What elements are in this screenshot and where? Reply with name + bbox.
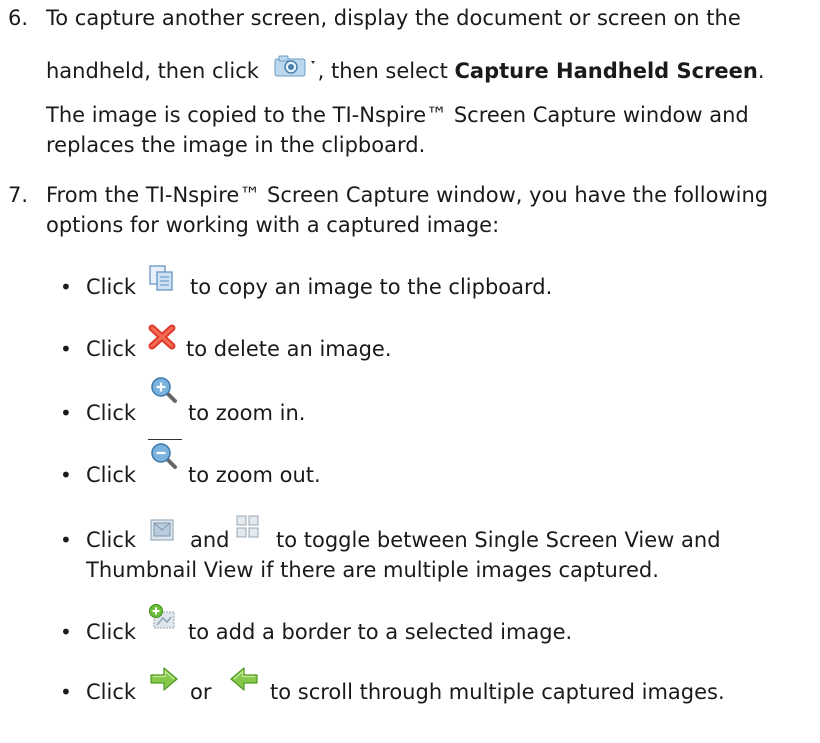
bullet-toggle-view-line-2: Thumbnail View if there are multiple ima… — [86, 558, 659, 582]
camera-capture-icon[interactable] — [274, 54, 318, 78]
divider — [148, 439, 182, 440]
single-screen-view-icon[interactable] — [150, 519, 174, 541]
delete-icon[interactable] — [148, 324, 176, 350]
copy-icon[interactable] — [148, 264, 174, 292]
thumbnail-view-icon[interactable] — [236, 515, 260, 539]
zoom-out-icon[interactable] — [150, 442, 178, 470]
step-number: 7. — [8, 183, 29, 207]
step-6-para-line-2: replaces the image in the clipboard. — [46, 133, 426, 157]
capture-handheld-screen-label: Capture Handheld Screen — [454, 59, 758, 83]
step-number: 6. — [8, 6, 29, 30]
step-6-para-line-1: The image is copied to the TI-Nspire™ Sc… — [46, 103, 749, 127]
step-6-line-2: handheld, then click , then select Captu… — [46, 54, 765, 86]
next-arrow-icon[interactable] — [148, 665, 180, 693]
zoom-in-icon[interactable] — [150, 376, 178, 404]
add-border-icon[interactable] — [148, 603, 176, 631]
step-7-line-2: options for working with a captured imag… — [46, 213, 500, 237]
previous-arrow-icon[interactable] — [228, 665, 260, 693]
